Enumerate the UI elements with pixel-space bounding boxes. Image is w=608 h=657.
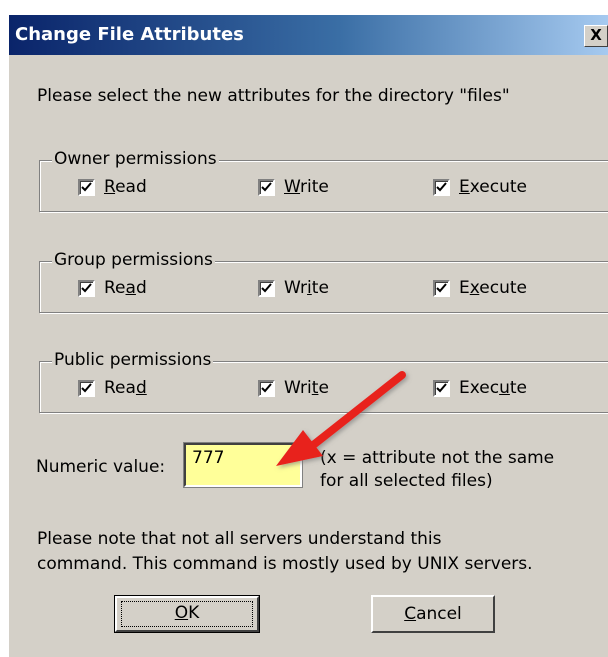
checkbox-checked-icon xyxy=(433,279,450,297)
public-write-checkbox[interactable]: Write xyxy=(258,378,329,398)
group-permissions-group: Group permissions Read Write Execute xyxy=(39,250,608,313)
close-icon: X xyxy=(590,26,602,44)
owner-execute-label: Execute xyxy=(459,177,527,197)
public-read-checkbox[interactable]: Read xyxy=(78,378,147,398)
cancel-button-label: Cancel xyxy=(404,604,462,624)
ok-button-label: OK xyxy=(174,603,200,623)
checkbox-checked-icon xyxy=(258,178,275,196)
checkbox-checked-icon xyxy=(258,279,275,297)
public-read-label: Read xyxy=(104,378,147,398)
checkbox-checked-icon xyxy=(433,178,450,196)
ok-button[interactable]: OK xyxy=(114,595,260,633)
numeric-value-input[interactable]: 777 xyxy=(183,442,303,488)
group-write-checkbox[interactable]: Write xyxy=(258,278,329,298)
public-execute-checkbox[interactable]: Execute xyxy=(433,378,527,398)
group-read-checkbox[interactable]: Read xyxy=(78,278,147,298)
cancel-button[interactable]: Cancel xyxy=(371,595,495,633)
instruction-text: Please select the new attributes for the… xyxy=(37,86,510,106)
group-read-label: Read xyxy=(104,278,147,298)
owner-read-checkbox[interactable]: Read xyxy=(78,177,147,197)
dialog-title: Change File Attributes xyxy=(15,24,244,45)
public-permissions-legend: Public permissions xyxy=(52,350,214,370)
owner-write-label: Write xyxy=(284,177,329,197)
numeric-value-label: Numeric value: xyxy=(36,457,166,477)
checkbox-checked-icon xyxy=(78,178,95,196)
close-button[interactable]: X xyxy=(584,25,608,47)
checkbox-checked-icon xyxy=(258,379,275,397)
change-file-attributes-dialog: Change File Attributes X Please select t… xyxy=(8,14,608,657)
group-execute-checkbox[interactable]: Execute xyxy=(433,278,527,298)
note-line-1: Please note that not all servers underst… xyxy=(37,529,442,549)
numeric-hint-line-1: (x = attribute not the same xyxy=(320,448,555,468)
public-write-label: Write xyxy=(284,378,329,398)
public-permissions-group: Public permissions Read Write Execute xyxy=(39,350,608,413)
checkbox-checked-icon xyxy=(78,379,95,397)
owner-execute-checkbox[interactable]: Execute xyxy=(433,177,527,197)
numeric-hint-line-2: for all selected files) xyxy=(320,471,493,491)
group-execute-label: Execute xyxy=(459,278,528,298)
owner-permissions-legend: Owner permissions xyxy=(52,149,219,169)
owner-read-label: Read xyxy=(104,177,147,197)
checkbox-checked-icon xyxy=(433,379,450,397)
title-bar: Change File Attributes X xyxy=(9,15,608,55)
owner-permissions-group: Owner permissions Read Write Execute xyxy=(39,149,608,212)
group-write-label: Write xyxy=(284,278,329,298)
owner-write-checkbox[interactable]: Write xyxy=(258,177,329,197)
public-execute-label: Execute xyxy=(459,378,527,398)
numeric-value-text: 777 xyxy=(192,448,225,468)
group-permissions-legend: Group permissions xyxy=(52,250,215,270)
checkbox-checked-icon xyxy=(78,279,95,297)
note-line-2: command. This command is mostly used by … xyxy=(37,554,533,574)
